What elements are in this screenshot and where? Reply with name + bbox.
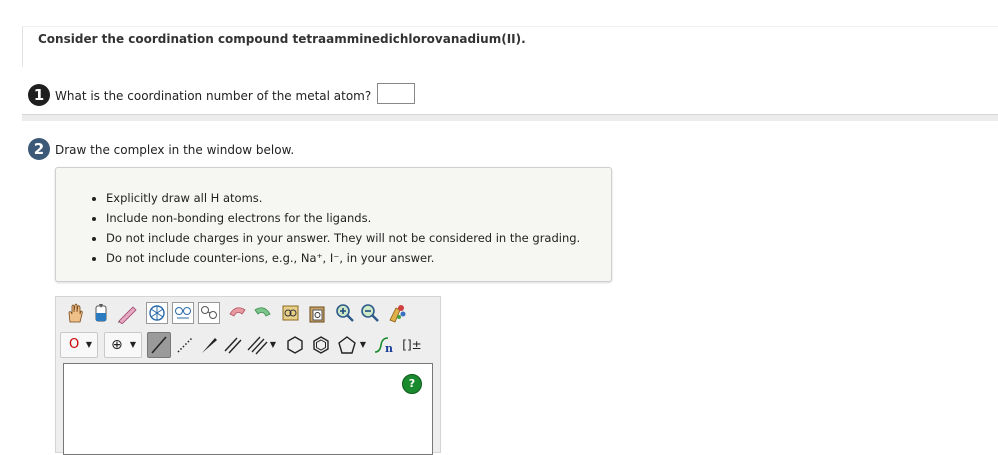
question-1-badge: 1 [28, 84, 50, 106]
single-bond-icon [151, 336, 167, 354]
triple-bond-icon[interactable] [246, 334, 268, 356]
zoom-out-icon[interactable] [359, 302, 381, 324]
cyclohexane-icon[interactable] [284, 334, 306, 356]
pencil-icon[interactable] [116, 302, 138, 325]
paste-icon[interactable] [306, 302, 328, 324]
instruction-item: Do not include charges in your answer. T… [106, 228, 580, 248]
help-icon[interactable]: ? [402, 374, 422, 394]
question-2-badge: 2 [28, 138, 50, 160]
double-bond-icon[interactable] [222, 334, 244, 356]
atom-selector[interactable]: O ▼ [60, 332, 98, 358]
question-1-text: What is the coordination number of the m… [55, 89, 372, 103]
instruction-item: Explicitly draw all H atoms. [106, 188, 580, 208]
section-divider [22, 114, 998, 121]
bracket-label: []± [402, 338, 422, 352]
coordination-number-input[interactable] [377, 83, 415, 104]
question-2-text: Draw the complex in the window below. [55, 143, 295, 157]
hand-icon[interactable] [64, 302, 86, 324]
attachment-point-icon[interactable]: n [372, 334, 394, 356]
undo-icon[interactable] [226, 302, 248, 324]
instructions-box: Explicitly draw all H atoms. Include non… [55, 167, 612, 282]
attachment-label: n [385, 342, 393, 355]
eraser-icon[interactable] [90, 302, 112, 324]
copy-icon[interactable] [280, 302, 302, 324]
clean-icon[interactable] [386, 302, 408, 324]
ring-template-icon[interactable] [146, 302, 168, 324]
template-2-icon[interactable] [172, 302, 194, 324]
header-title: Consider the coordination compound tetra… [38, 32, 526, 46]
chevron-down-icon[interactable]: ▼ [268, 334, 278, 356]
charge-selector[interactable]: ⊕ ▼ [104, 332, 142, 358]
benzene-icon[interactable] [310, 334, 332, 356]
dashed-bond-icon[interactable] [174, 334, 196, 356]
chevron-down-icon: ▼ [129, 340, 136, 349]
single-bond-button[interactable] [147, 332, 171, 358]
drawing-canvas[interactable]: ? [63, 363, 433, 455]
atom-label: O [69, 337, 80, 352]
redo-icon[interactable] [252, 302, 274, 324]
bracket-button[interactable]: []± [398, 334, 426, 356]
molecule-editor: O ▼ ⊕ ▼ ▼ ▼ n []± ? [55, 296, 441, 455]
question-header: Consider the coordination compound tetra… [22, 26, 998, 67]
cyclopentane-icon[interactable] [336, 334, 358, 356]
chevron-down-icon[interactable]: ▼ [358, 334, 368, 356]
charge-symbol: ⊕ [111, 337, 123, 353]
instruction-item: Do not include counter-ions, e.g., Na⁺, … [106, 248, 580, 268]
zoom-in-icon[interactable] [334, 302, 356, 324]
chevron-down-icon: ▼ [85, 340, 92, 349]
wedge-bond-icon[interactable] [198, 334, 220, 356]
instruction-item: Include non-bonding electrons for the li… [106, 208, 580, 228]
template-3-icon[interactable] [198, 302, 220, 324]
